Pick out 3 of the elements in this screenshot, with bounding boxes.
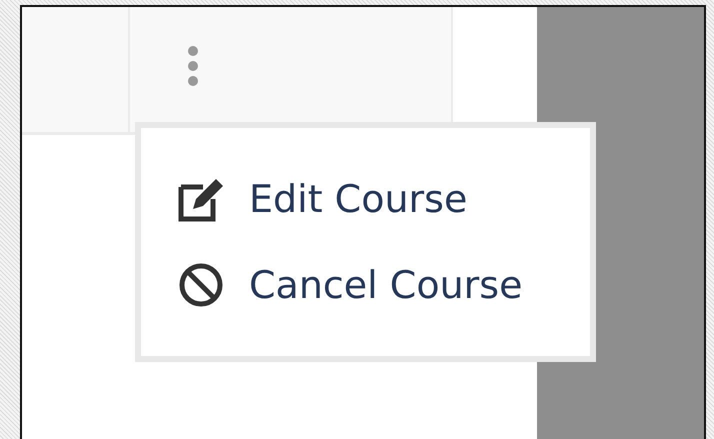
menu-item[interactable]: Edit Course [175, 173, 590, 225]
menu-item[interactable]: Cancel Course [175, 259, 590, 311]
more-options-icon[interactable] [186, 45, 200, 87]
